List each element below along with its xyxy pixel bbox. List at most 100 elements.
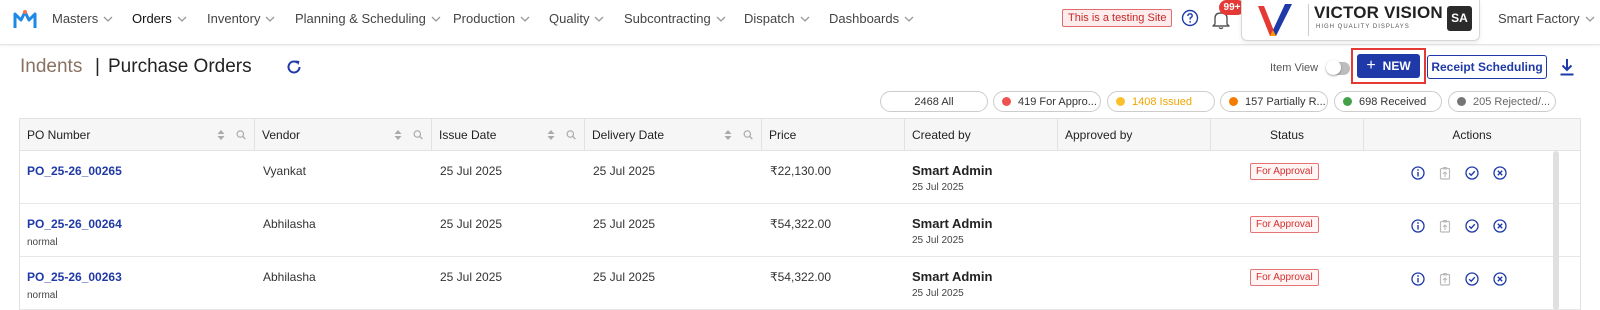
column-header-delivery-date[interactable]: Delivery Date <box>585 119 762 151</box>
chevron-down-icon <box>177 16 187 22</box>
po-tag: normal <box>27 237 58 248</box>
reject-close-icon[interactable] <box>1493 272 1507 286</box>
approve-check-icon[interactable] <box>1465 272 1479 286</box>
menu-orders[interactable]: Orders <box>132 11 187 26</box>
breadcrumb-indents[interactable]: Indents <box>20 56 82 78</box>
table-row[interactable]: PO_25-26_00263 normal Abhilasha 25 Jul 2… <box>20 257 1580 310</box>
column-title: Delivery Date <box>592 128 665 142</box>
filter-chip-partially-received[interactable]: 157 Partially R... <box>1220 91 1328 112</box>
approve-check-icon[interactable] <box>1465 219 1479 233</box>
chevron-down-icon <box>904 16 914 22</box>
reject-close-icon[interactable] <box>1493 219 1507 233</box>
search-icon[interactable] <box>413 129 423 141</box>
menu-label: Dashboards <box>829 11 900 26</box>
menu-label: Quality <box>549 11 590 26</box>
po-number-link[interactable]: PO_25-26_00264 <box>27 217 122 231</box>
filter-chip-rejected[interactable]: 205 Rejected/... <box>1448 91 1556 112</box>
info-icon[interactable] <box>1411 272 1425 286</box>
plus-icon: + <box>1366 57 1376 74</box>
created-date: 25 Jul 2025 <box>912 288 964 299</box>
app-logo-icon[interactable] <box>13 8 37 30</box>
filter-chip-for-approval[interactable]: 419 For Appro... <box>993 91 1101 112</box>
item-view-toggle-knob[interactable] <box>1326 60 1341 75</box>
chip-label: 2468 All <box>914 95 954 108</box>
menu-label: Orders <box>132 11 172 26</box>
column-title: Issue Date <box>439 128 497 142</box>
purchase-orders-table: PO Number Vendor Issue Date Delivery Dat… <box>19 118 1581 310</box>
refresh-icon[interactable] <box>285 58 303 76</box>
column-header-approved-by[interactable]: Approved by <box>1058 119 1211 151</box>
chevron-down-icon <box>800 16 810 22</box>
column-header-created-by[interactable]: Created by <box>905 119 1058 151</box>
table-row[interactable]: PO_25-26_00265 Vyankat 25 Jul 2025 25 Ju… <box>20 151 1580 204</box>
factory-label: Smart Factory <box>1498 11 1580 26</box>
status-dot <box>1002 97 1011 106</box>
column-title: Vendor <box>262 128 301 142</box>
menu-label: Dispatch <box>744 11 795 26</box>
brand-logo-icon <box>1258 4 1292 36</box>
top-navbar: Masters Orders Inventory Planning & Sche… <box>0 0 1600 45</box>
status-dot <box>1229 97 1238 106</box>
item-view-label: Item View <box>1270 62 1319 74</box>
menu-label: Planning & Scheduling <box>295 11 426 26</box>
user-avatar[interactable]: SA <box>1447 6 1472 31</box>
price-cell: ₹22,130.00 <box>770 164 832 178</box>
info-icon[interactable] <box>1411 219 1425 233</box>
menu-production[interactable]: Production <box>453 11 530 26</box>
download-icon[interactable] <box>1558 57 1576 77</box>
reject-close-icon[interactable] <box>1493 166 1507 180</box>
menu-label: Masters <box>52 11 99 26</box>
filter-chip-received[interactable]: 698 Received <box>1334 91 1442 112</box>
table-scrollbar[interactable] <box>1553 151 1559 310</box>
sort-icon[interactable] <box>546 129 556 141</box>
factory-selector[interactable]: Smart Factory <box>1498 11 1595 26</box>
column-header-status[interactable]: Status <box>1211 119 1364 151</box>
chevron-down-icon <box>716 16 726 22</box>
column-header-vendor[interactable]: Vendor <box>255 119 432 151</box>
menu-masters[interactable]: Masters <box>52 11 113 26</box>
po-number-link[interactable]: PO_25-26_00263 <box>27 270 122 284</box>
search-icon[interactable] <box>743 129 753 141</box>
menu-dashboards[interactable]: Dashboards <box>829 11 914 26</box>
menu-dispatch[interactable]: Dispatch <box>744 11 810 26</box>
new-button[interactable]: + NEW <box>1357 54 1420 78</box>
menu-inventory[interactable]: Inventory <box>207 11 275 26</box>
brand-name: VICTOR VISION <box>1314 3 1443 22</box>
menu-label: Production <box>453 11 516 26</box>
clipboard-icon[interactable] <box>1438 166 1452 180</box>
menu-subcontracting[interactable]: Subcontracting <box>624 11 726 26</box>
info-icon[interactable] <box>1411 166 1425 180</box>
sort-icon[interactable] <box>393 129 403 141</box>
column-header-price[interactable]: Price <box>762 119 905 151</box>
filter-chip-all[interactable]: 2468 All <box>880 91 988 112</box>
column-title: Actions <box>1452 128 1492 142</box>
status-dot <box>1457 97 1466 106</box>
search-icon[interactable] <box>566 129 576 141</box>
created-by-name: Smart Admin <box>912 163 993 178</box>
new-button-label: NEW <box>1382 59 1411 73</box>
column-header-actions: Actions <box>1364 119 1580 151</box>
column-title: PO Number <box>27 128 91 142</box>
menu-planning-scheduling[interactable]: Planning & Scheduling <box>295 11 441 26</box>
filter-chip-issued[interactable]: 1408 Issued <box>1107 91 1215 112</box>
receipt-scheduling-button[interactable]: Receipt Scheduling <box>1427 55 1547 79</box>
menu-quality[interactable]: Quality <box>549 11 604 26</box>
issue-date-cell: 25 Jul 2025 <box>440 217 503 231</box>
clipboard-icon[interactable] <box>1438 272 1452 286</box>
column-header-po-number[interactable]: PO Number <box>20 119 255 151</box>
status-badge: For Approval <box>1250 216 1319 233</box>
po-number-link[interactable]: PO_25-26_00265 <box>27 164 122 178</box>
sort-icon[interactable] <box>216 129 226 141</box>
clipboard-icon[interactable] <box>1438 219 1452 233</box>
chevron-down-icon <box>595 16 604 22</box>
table-header: PO Number Vendor Issue Date Delivery Dat… <box>20 119 1580 151</box>
search-icon[interactable] <box>236 129 246 141</box>
sort-icon[interactable] <box>723 129 733 141</box>
po-tag: normal <box>27 290 58 301</box>
table-row[interactable]: PO_25-26_00264 normal Abhilasha 25 Jul 2… <box>20 204 1580 257</box>
help-icon[interactable] <box>1181 9 1199 27</box>
approve-check-icon[interactable] <box>1465 166 1479 180</box>
column-header-issue-date[interactable]: Issue Date <box>432 119 585 151</box>
created-by-name: Smart Admin <box>912 216 993 231</box>
column-title: Price <box>769 128 797 142</box>
